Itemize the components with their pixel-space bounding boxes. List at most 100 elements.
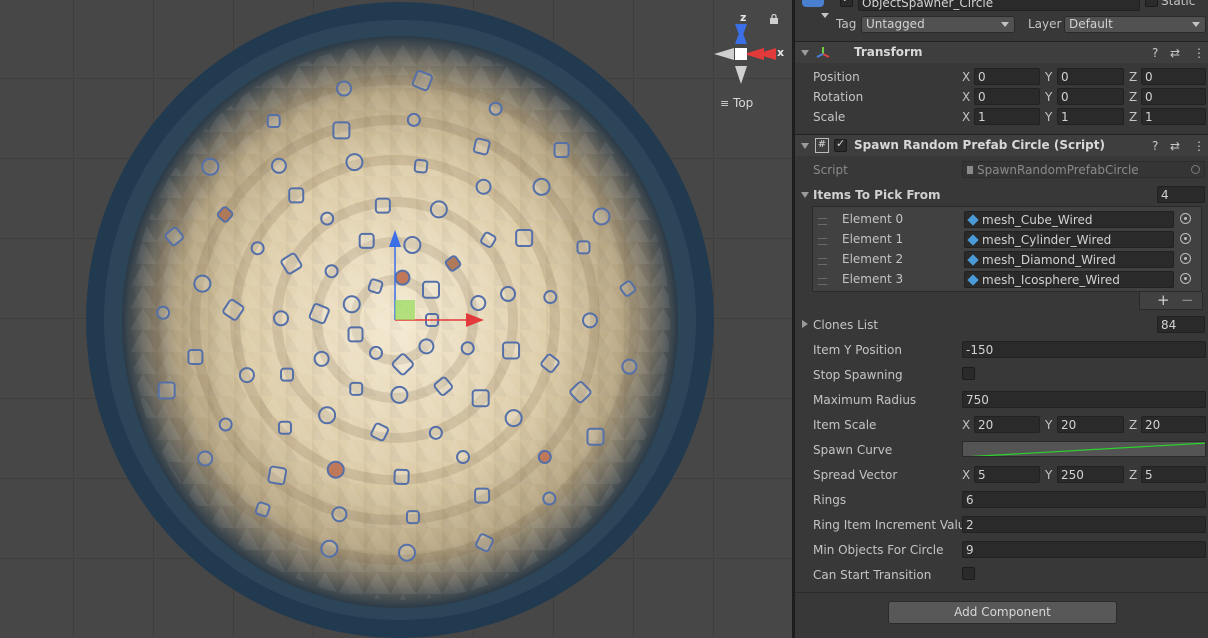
- spawned-item[interactable]: [460, 341, 475, 356]
- spawned-item[interactable]: [273, 310, 290, 327]
- spawned-item[interactable]: [504, 409, 523, 428]
- spawned-item[interactable]: [324, 264, 339, 279]
- static-checkbox[interactable]: [1145, 0, 1158, 7]
- spawned-item[interactable]: [456, 450, 471, 465]
- list-item[interactable]: Element 1 mesh_Cylinder_Wired: [795, 230, 1208, 250]
- spawned-item[interactable]: [157, 381, 176, 400]
- spawned-item[interactable]: [428, 425, 443, 440]
- transform-z-field[interactable]: 1: [1141, 108, 1206, 125]
- spawned-item[interactable]: [156, 305, 171, 320]
- spread-y-field[interactable]: 250: [1057, 466, 1124, 483]
- spawned-item[interactable]: [197, 450, 214, 467]
- help-icon[interactable]: ?: [1152, 46, 1158, 60]
- ring-increment-field[interactable]: 2: [962, 516, 1206, 533]
- chevron-down-icon[interactable]: [821, 13, 829, 18]
- preset-icon[interactable]: ⇄: [1170, 139, 1180, 153]
- spawned-item[interactable]: [472, 137, 491, 156]
- script-enabled-checkbox[interactable]: ✓: [834, 137, 847, 152]
- view-mode-toggle[interactable]: ≡ Top: [720, 96, 753, 110]
- foldout-arrow-icon[interactable]: [801, 143, 809, 149]
- transform-y-field[interactable]: 1: [1057, 108, 1124, 125]
- spawned-item[interactable]: [397, 543, 416, 562]
- lock-icon[interactable]: [769, 14, 779, 24]
- item-scale-x-field[interactable]: 20: [974, 416, 1040, 433]
- remove-element-icon[interactable]: −: [1181, 291, 1194, 309]
- spawn-curve-field[interactable]: [962, 441, 1206, 457]
- spawned-item[interactable]: [621, 358, 638, 375]
- items-to-pick-label[interactable]: Items To Pick From: [813, 188, 940, 202]
- items-count-field[interactable]: 4: [1157, 186, 1205, 203]
- spawned-item[interactable]: [332, 121, 351, 140]
- preset-icon[interactable]: ⇄: [1170, 46, 1180, 60]
- active-checkbox[interactable]: ✓: [840, 0, 853, 7]
- spawned-item[interactable]: [422, 280, 441, 299]
- list-item[interactable]: Element 2 mesh_Diamond_Wired: [795, 250, 1208, 270]
- spawned-item[interactable]: [277, 420, 292, 435]
- spawned-item[interactable]: [336, 80, 353, 97]
- spawned-item[interactable]: [201, 157, 220, 176]
- object-picker-icon[interactable]: [1180, 253, 1191, 264]
- spawned-item[interactable]: [474, 487, 491, 504]
- spawned-item[interactable]: [405, 510, 420, 525]
- spawned-item[interactable]: [406, 112, 421, 127]
- spawned-item[interactable]: [532, 177, 551, 196]
- add-component-button[interactable]: Add Component: [888, 601, 1117, 624]
- scene-canvas[interactable]: [0, 0, 792, 638]
- add-element-icon[interactable]: +: [1157, 291, 1170, 309]
- help-icon[interactable]: ?: [1152, 139, 1158, 153]
- foldout-arrow-icon[interactable]: [802, 320, 808, 328]
- spawned-item[interactable]: [331, 506, 348, 523]
- spawned-item[interactable]: [393, 468, 410, 485]
- foldout-arrow-icon[interactable]: [801, 50, 809, 56]
- spawned-item[interactable]: [374, 197, 391, 214]
- more-options-icon[interactable]: ⋮: [1193, 46, 1205, 60]
- spawned-item[interactable]: [358, 232, 375, 249]
- object-field[interactable]: mesh_Icosphere_Wired: [964, 271, 1191, 288]
- min-objects-field[interactable]: 9: [962, 541, 1206, 558]
- spawned-item[interactable]: [403, 235, 422, 254]
- spawned-item[interactable]: [390, 385, 409, 404]
- spawned-item[interactable]: [471, 389, 490, 408]
- transform-x-field[interactable]: 0: [974, 68, 1040, 85]
- spawned-item[interactable]: [515, 229, 534, 248]
- spawned-item[interactable]: [470, 295, 487, 312]
- max-radius-field[interactable]: 750: [962, 391, 1206, 408]
- spawned-item[interactable]: [543, 290, 558, 305]
- layer-dropdown[interactable]: Default: [1064, 16, 1206, 33]
- clones-list-label[interactable]: Clones List: [813, 318, 878, 332]
- spawned-item[interactable]: [280, 367, 295, 382]
- spawned-item[interactable]: [586, 427, 605, 446]
- item-y-field[interactable]: -150: [962, 341, 1206, 358]
- item-scale-y-field[interactable]: 20: [1057, 416, 1124, 433]
- spread-z-field[interactable]: 5: [1141, 466, 1206, 483]
- transform-x-field[interactable]: 1: [974, 108, 1040, 125]
- object-picker-icon[interactable]: [1180, 233, 1191, 244]
- spawn-script-header[interactable]: # ✓ Spawn Random Prefab Circle (Script) …: [795, 134, 1208, 156]
- object-field[interactable]: mesh_Cube_Wired: [964, 211, 1191, 228]
- spawned-item[interactable]: [266, 114, 281, 129]
- item-scale-z-field[interactable]: 20: [1141, 416, 1206, 433]
- spawned-item[interactable]: [553, 142, 570, 159]
- scene-view[interactable]: z x ≡ Top: [0, 0, 792, 638]
- can-start-transition-checkbox[interactable]: [962, 567, 975, 580]
- list-item[interactable]: Element 0 mesh_Cube_Wired: [795, 210, 1208, 230]
- spawned-item[interactable]: [349, 381, 364, 396]
- spawned-item[interactable]: [502, 341, 521, 360]
- spawned-item[interactable]: [193, 274, 212, 293]
- object-field[interactable]: mesh_Diamond_Wired: [964, 251, 1191, 268]
- spawned-item[interactable]: [345, 153, 364, 172]
- spawned-item[interactable]: [326, 460, 345, 479]
- transform-y-field[interactable]: 0: [1057, 68, 1124, 85]
- spawned-item[interactable]: [313, 350, 330, 367]
- spawned-item[interactable]: [418, 338, 435, 355]
- spawned-item[interactable]: [254, 501, 271, 518]
- spawned-item[interactable]: [342, 295, 361, 314]
- transform-z-field[interactable]: 0: [1141, 88, 1206, 105]
- spawned-item[interactable]: [270, 157, 287, 174]
- spawned-item[interactable]: [429, 200, 448, 219]
- stop-spawning-checkbox[interactable]: [962, 367, 975, 380]
- spawned-item[interactable]: [542, 491, 557, 506]
- foldout-arrow-icon[interactable]: [801, 192, 809, 198]
- spawned-item[interactable]: [500, 285, 517, 302]
- transform-header[interactable]: Transform ? ⇄ ⋮: [795, 41, 1208, 63]
